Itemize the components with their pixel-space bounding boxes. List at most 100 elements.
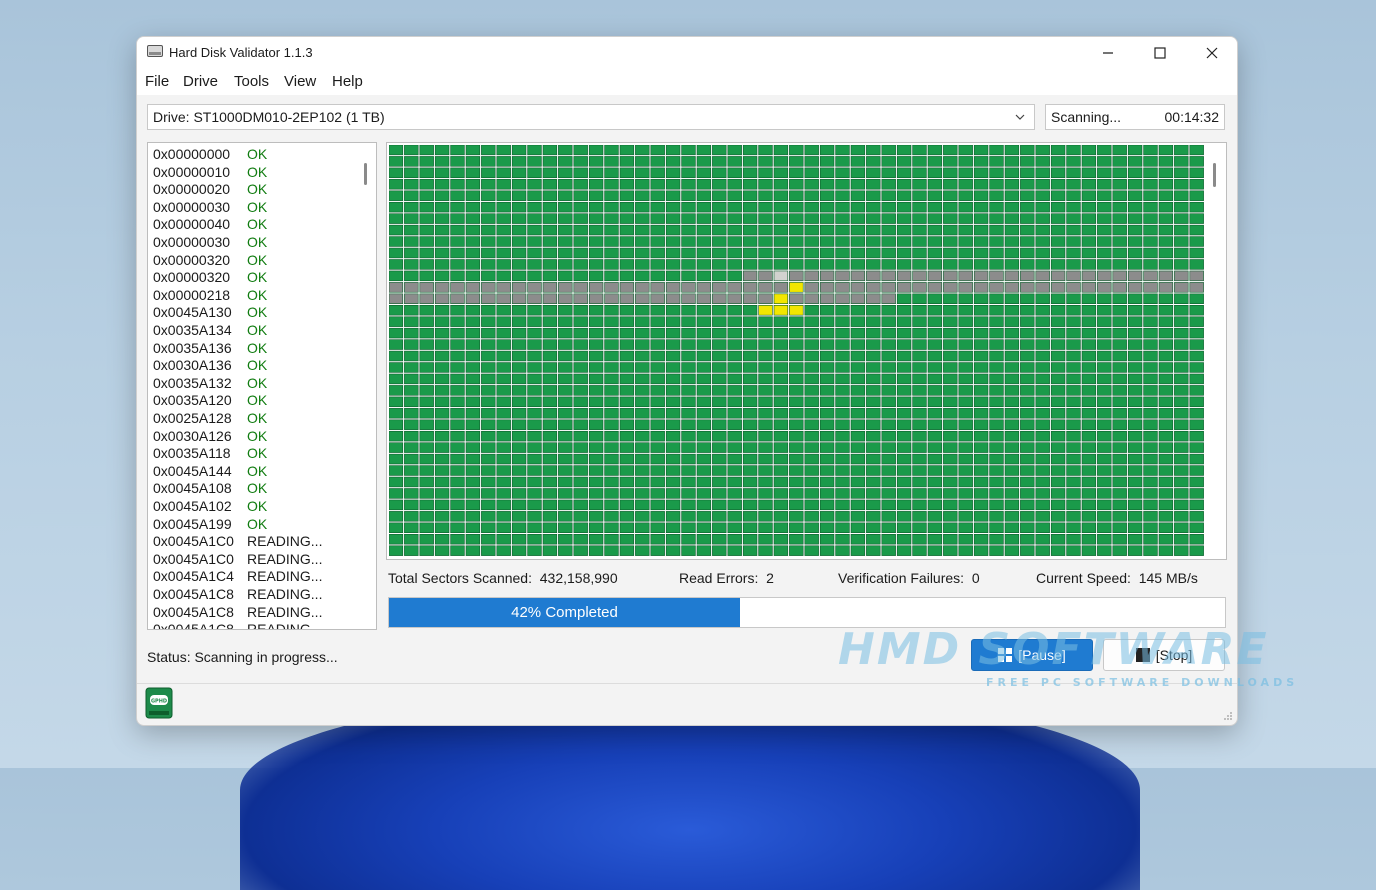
sector-cell-ok xyxy=(912,201,927,213)
sector-cell-ok xyxy=(789,350,804,362)
menu-drive[interactable]: Drive xyxy=(183,73,218,90)
log-row[interactable]: 0x00000320 OK xyxy=(153,269,267,287)
sector-cell-ok xyxy=(1081,522,1097,534)
sector-cell-ok xyxy=(835,305,850,316)
sector-cell-ok xyxy=(419,327,434,339)
log-row[interactable]: 0x0045A144 OK xyxy=(153,463,267,481)
drive-health-icon-text: GPHD xyxy=(151,699,167,705)
menu-file[interactable]: File xyxy=(145,73,169,90)
sector-cell-ok xyxy=(1112,247,1127,259)
close-button[interactable] xyxy=(1187,37,1237,69)
sector-cell-ok xyxy=(1112,465,1127,476)
log-row[interactable]: 0x0045A1C8 READING... xyxy=(153,586,322,604)
log-row[interactable]: 0x00000320 OK xyxy=(153,252,267,270)
log-row[interactable]: 0x0045A199 OK xyxy=(153,516,267,534)
sector-cell-ok xyxy=(619,213,635,224)
log-row[interactable]: 0x00000020 OK xyxy=(153,181,267,199)
log-row-status: OK xyxy=(247,234,268,250)
sector-cell-ok xyxy=(511,201,527,213)
sector-cell-skipped xyxy=(527,282,542,293)
sector-cell-ok xyxy=(927,453,943,465)
sector-cell-ok xyxy=(1004,179,1020,190)
log-row[interactable]: 0x00000010 OK xyxy=(153,164,267,182)
sector-cell-ok xyxy=(696,316,712,327)
sector-cell-ok xyxy=(1097,190,1112,201)
sector-cell-ok xyxy=(1097,305,1112,316)
log-row[interactable]: 0x0045A1C4 READING... xyxy=(153,568,322,586)
sector-cell-ok xyxy=(604,453,619,465)
sector-cell-error xyxy=(789,305,804,316)
log-row[interactable]: 0x00000030 OK xyxy=(153,234,267,252)
sector-cell-ok xyxy=(881,430,896,442)
log-row[interactable]: 0x0045A102 OK xyxy=(153,498,267,516)
sector-cell-ok xyxy=(588,453,604,465)
menu-help[interactable]: Help xyxy=(332,73,363,90)
sector-cell-ok xyxy=(958,408,973,419)
sector-cell-ok xyxy=(696,362,712,373)
sector-cell-ok xyxy=(1081,259,1097,270)
log-scrollbar-thumb[interactable] xyxy=(364,163,367,185)
sector-cell-ok xyxy=(881,511,896,522)
sector-log-list[interactable]: 0x00000000 OK 0x00000010 OK 0x00000020 OK 0x00… xyxy=(147,142,377,630)
sector-cell-ok xyxy=(1127,385,1143,396)
log-row[interactable]: 0x0035A136 OK xyxy=(153,340,267,358)
sector-cell-ok xyxy=(866,327,881,339)
sector-cell-ok xyxy=(419,247,434,259)
sector-cell-ok xyxy=(912,522,927,534)
sector-cell-ok xyxy=(958,465,973,476)
sector-cell-ok xyxy=(989,408,1004,419)
sector-cell-ok xyxy=(511,167,527,179)
sector-cell-ok xyxy=(973,488,989,499)
log-row[interactable]: 0x0035A134 OK xyxy=(153,322,267,340)
sector-cell-ok xyxy=(604,236,619,247)
sector-cell-ok xyxy=(1081,408,1097,419)
log-row[interactable]: 0x0035A132 OK xyxy=(153,375,267,393)
sector-cell-ok xyxy=(434,213,450,224)
sector-cell-ok xyxy=(573,442,588,453)
log-row[interactable]: 0x0025A128 OK xyxy=(153,410,267,428)
sector-cell-ok xyxy=(1143,236,1158,247)
sector-cell-ok xyxy=(742,167,758,179)
maximize-button[interactable] xyxy=(1135,37,1185,69)
sector-cell-ok xyxy=(511,499,527,511)
sector-cell-ok xyxy=(896,396,912,408)
map-scrollbar-thumb[interactable] xyxy=(1213,163,1216,187)
log-row[interactable]: 0x0045A108 OK xyxy=(153,480,267,498)
sector-cell-ok xyxy=(1112,408,1127,419)
sector-cell-ok xyxy=(650,316,665,327)
log-row[interactable]: 0x0035A118 OK xyxy=(153,445,267,463)
log-row[interactable]: 0x0045A1C0 READING... xyxy=(153,551,322,569)
log-row[interactable]: 0x0030A136 OK xyxy=(153,357,267,375)
log-row[interactable]: 0x0045A1C0 READING... xyxy=(153,533,322,551)
sector-cell-ok xyxy=(1143,488,1158,499)
log-row[interactable]: 0x0035A120 OK xyxy=(153,392,267,410)
log-row[interactable]: 0x00000218 OK xyxy=(153,287,267,305)
sector-cell-ok xyxy=(404,259,419,270)
sector-cell-ok xyxy=(1020,339,1035,350)
sector-cell-ok xyxy=(1004,247,1020,259)
sector-cell-ok xyxy=(604,167,619,179)
sector-cell-ok xyxy=(835,488,850,499)
sector-cell-ok xyxy=(850,167,866,179)
log-row[interactable]: 0x0045A1C8 READING... xyxy=(153,604,322,622)
log-row[interactable]: 0x00000000 OK xyxy=(153,146,267,164)
log-row[interactable]: 0x0045A130 OK xyxy=(153,304,267,322)
log-row[interactable]: 0x00000030 OK xyxy=(153,199,267,217)
menu-view[interactable]: View xyxy=(284,73,316,90)
sector-cell-ok xyxy=(434,247,450,259)
resize-grip-icon[interactable] xyxy=(1223,711,1233,721)
sector-cell-ok xyxy=(465,488,481,499)
sector-cell-ok xyxy=(866,305,881,316)
drive-select[interactable]: Drive: ST1000DM010-2EP102 (1 TB) xyxy=(147,104,1035,130)
sector-cell-skipped xyxy=(542,293,558,305)
sector-cell-ok xyxy=(773,442,789,453)
sector-cell-ok xyxy=(527,145,542,156)
minimize-button[interactable] xyxy=(1083,37,1133,69)
sector-cell-ok xyxy=(881,465,896,476)
log-row[interactable]: 0x0045A1C8 READING... xyxy=(153,621,322,629)
sector-cell-ok xyxy=(389,339,404,350)
log-row[interactable]: 0x0030A126 OK xyxy=(153,428,267,446)
menu-tools[interactable]: Tools xyxy=(234,73,269,90)
log-row[interactable]: 0x00000040 OK xyxy=(153,216,267,234)
sector-cell-ok xyxy=(1189,156,1204,167)
